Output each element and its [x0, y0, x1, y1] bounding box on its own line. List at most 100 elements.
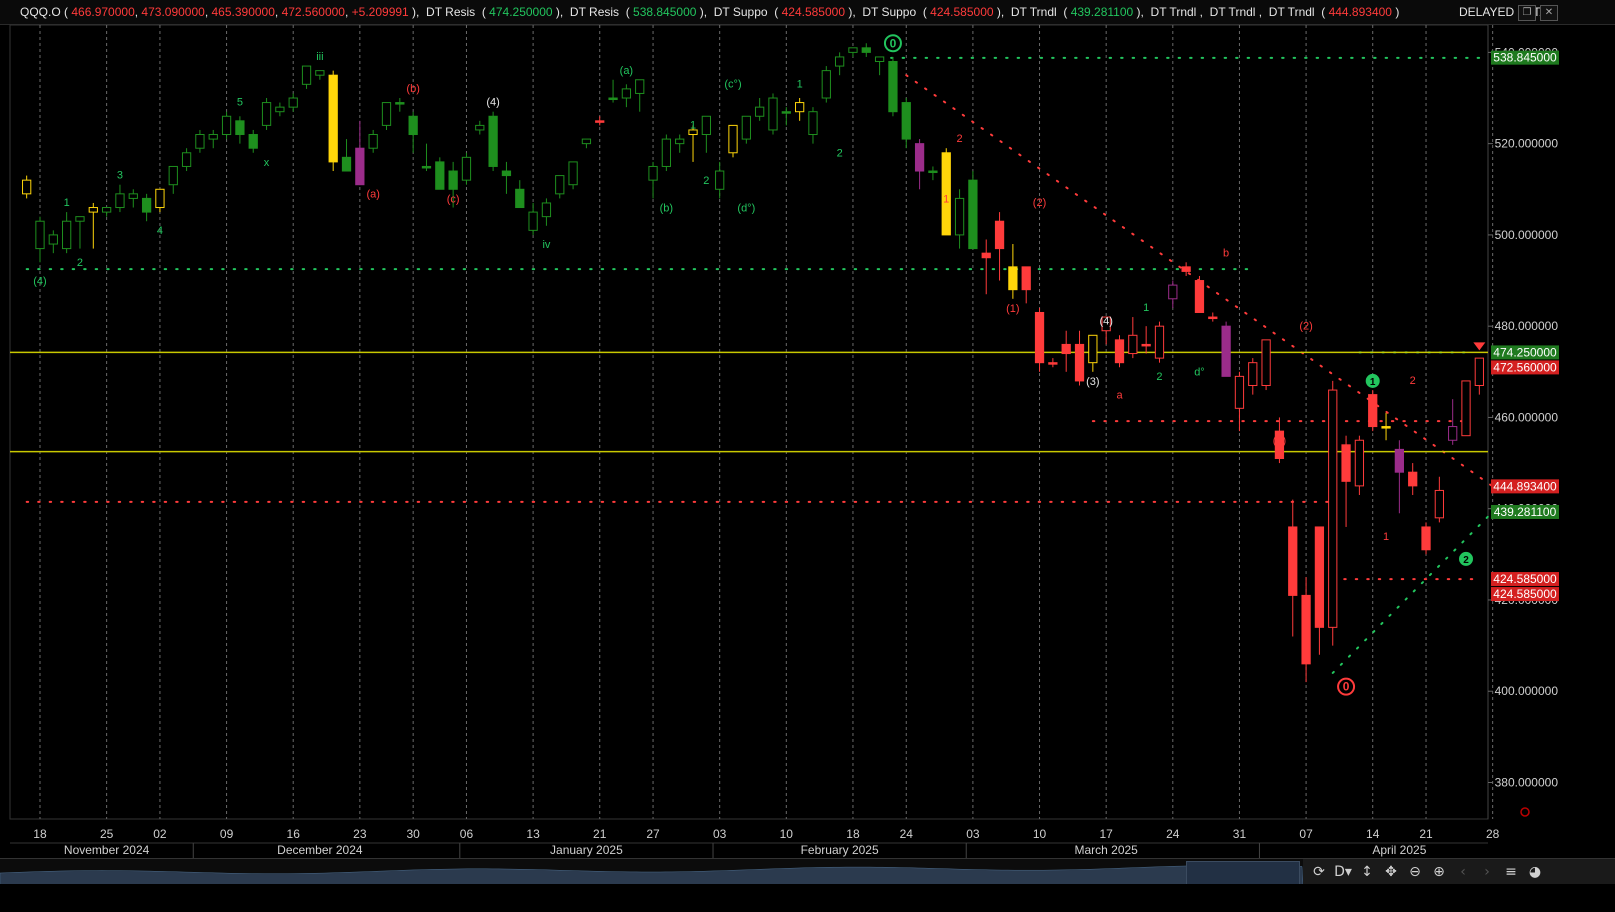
candle-body[interactable] [421, 165, 432, 169]
candle-body[interactable] [501, 170, 512, 177]
candle-body[interactable] [781, 111, 791, 114]
candle-body[interactable] [448, 170, 458, 190]
navigator-window-handle[interactable] [1186, 861, 1300, 885]
candle-body[interactable] [1128, 334, 1138, 355]
candle-body[interactable] [715, 170, 725, 190]
candle-body[interactable] [275, 106, 285, 113]
candle-body[interactable] [48, 234, 58, 245]
candle-body[interactable] [1141, 343, 1151, 347]
candle-body[interactable] [208, 134, 218, 140]
candle-body[interactable] [1181, 266, 1191, 272]
candle-body[interactable] [914, 143, 925, 172]
candle-body[interactable] [595, 120, 605, 123]
candle-body[interactable] [181, 152, 192, 167]
candle-body[interactable] [461, 156, 472, 181]
candle-body[interactable] [954, 197, 965, 236]
candle-body[interactable] [1354, 439, 1365, 487]
candle-body[interactable] [1261, 339, 1271, 386]
candle-body[interactable] [741, 115, 751, 140]
candle-body[interactable] [515, 188, 525, 209]
candle-body[interactable] [1461, 380, 1471, 437]
candle-body[interactable] [1394, 448, 1405, 473]
candle-body[interactable] [368, 134, 378, 149]
candle-body[interactable] [381, 102, 392, 126]
candle-body[interactable] [1114, 339, 1125, 364]
candle-body[interactable] [848, 47, 858, 53]
candle-body[interactable] [315, 70, 325, 76]
candle-body[interactable] [1154, 325, 1165, 359]
candle-body[interactable] [701, 115, 711, 136]
candle-body[interactable] [928, 170, 938, 174]
candle-body[interactable] [874, 56, 885, 63]
zoom-out-icon[interactable]: ⊖ [1405, 864, 1425, 880]
candle-body[interactable] [581, 138, 592, 145]
candle-body[interactable] [75, 216, 85, 222]
candle-body[interactable] [968, 179, 978, 250]
candle-body[interactable] [1474, 357, 1484, 386]
candle-body[interactable] [115, 193, 125, 209]
candle-body[interactable] [288, 97, 298, 108]
candle-body[interactable] [168, 165, 178, 186]
candle-body[interactable] [555, 175, 565, 195]
candle-body[interactable] [1061, 343, 1071, 355]
candle-body[interactable] [821, 70, 831, 99]
candle-body[interactable] [261, 102, 272, 126]
candle-body[interactable] [1314, 526, 1325, 628]
candle-body[interactable] [1301, 594, 1311, 665]
candle-body[interactable] [981, 252, 991, 259]
price-chart[interactable]: 18 25 02 09 16 23 30 06 13 21 27 03 10 18 24 03 10 17 24 31… [0, 0, 1615, 858]
refresh-icon[interactable]: ⟳ [1309, 864, 1329, 880]
candle-body[interactable] [568, 161, 578, 186]
candle-body[interactable] [1288, 526, 1298, 596]
candle-body[interactable] [488, 115, 498, 167]
candle-body[interactable] [901, 102, 911, 140]
candle-body[interactable] [834, 56, 845, 67]
candle-body[interactable] [1074, 343, 1085, 382]
candle-body[interactable] [1194, 280, 1205, 313]
menu-icon[interactable]: ≡ [1501, 864, 1521, 880]
candle-body[interactable] [528, 211, 538, 231]
candle-body[interactable] [728, 124, 738, 154]
move-icon[interactable]: ✥ [1381, 864, 1401, 880]
candle-body[interactable] [608, 97, 618, 101]
candle-body[interactable] [235, 120, 245, 136]
candle-body[interactable] [795, 102, 805, 113]
candle-body[interactable] [1248, 362, 1258, 386]
candle-body[interactable] [435, 161, 445, 190]
candle-body[interactable] [1221, 325, 1231, 377]
candle-body[interactable] [1341, 444, 1351, 482]
candle-body[interactable] [661, 138, 672, 167]
scroll-left-icon[interactable]: ‹ [1453, 864, 1473, 880]
candle-body[interactable] [994, 220, 1005, 250]
vertical-resize-icon[interactable]: ↕ [1357, 864, 1377, 880]
candle-body[interactable] [755, 106, 765, 117]
candle-body[interactable] [22, 179, 32, 195]
candle-body[interactable] [1368, 394, 1378, 428]
candle-body[interactable] [675, 138, 685, 145]
candle-body[interactable] [1088, 334, 1098, 364]
candle-body[interactable] [355, 147, 365, 186]
candle-body[interactable] [221, 115, 232, 136]
candle-body[interactable] [301, 65, 312, 85]
candle-body[interactable] [621, 88, 632, 99]
candle-body[interactable] [768, 97, 778, 131]
candle-body[interactable] [861, 47, 871, 53]
candle-body[interactable] [648, 165, 658, 181]
candle-body[interactable] [1421, 526, 1431, 551]
candle-body[interactable] [328, 74, 338, 163]
navigator-strip[interactable] [0, 858, 1304, 886]
candle-body[interactable] [101, 207, 112, 213]
candle-body[interactable] [1434, 489, 1444, 519]
candle-body[interactable] [88, 207, 98, 213]
palette-icon[interactable]: ◕ [1525, 864, 1545, 880]
candle-body[interactable] [1448, 426, 1458, 441]
candle-body[interactable] [128, 193, 138, 199]
candle-body[interactable] [635, 79, 645, 94]
candle-body[interactable] [395, 102, 405, 105]
candle-body[interactable] [1381, 426, 1391, 429]
candle-body[interactable] [1234, 375, 1245, 409]
candle-body[interactable] [1328, 389, 1338, 628]
candle-body[interactable] [408, 115, 418, 136]
candle-body[interactable] [541, 202, 552, 218]
candle-body[interactable] [1168, 284, 1178, 300]
